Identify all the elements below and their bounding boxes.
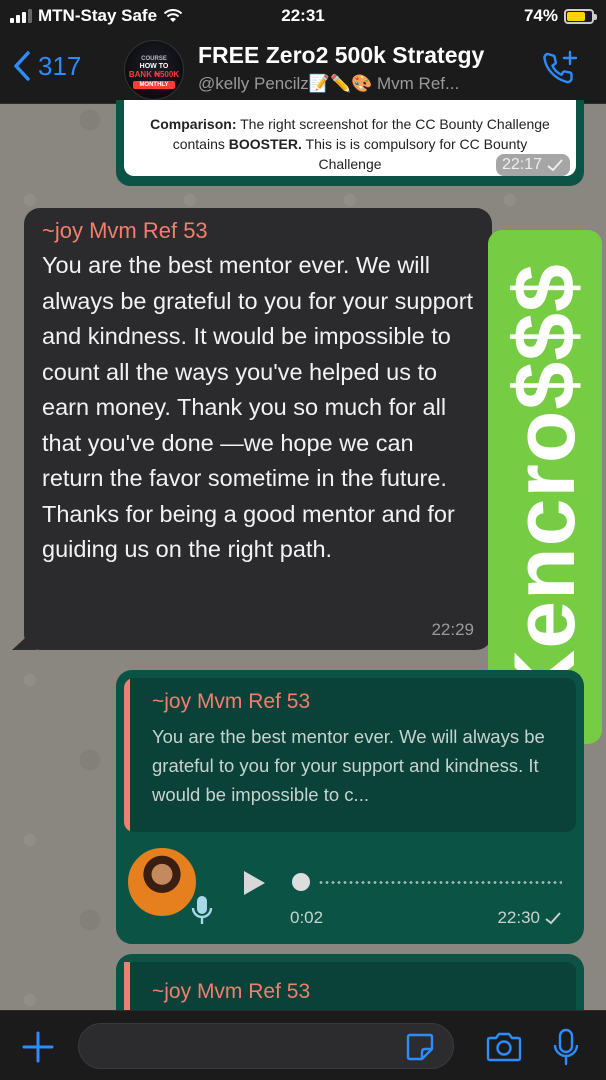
waveform <box>318 880 562 884</box>
quoted-sender: ~joy Mvm Ref 53 <box>152 690 311 713</box>
status-time: 22:31 <box>281 6 325 25</box>
check-icon <box>545 912 561 925</box>
comparison-text-2: This is is compulsory for CC Bounty Chal… <box>301 136 528 172</box>
comparison-label: Comparison: <box>150 116 237 132</box>
plus-icon[interactable] <box>20 1029 56 1065</box>
quoted-text: You are the best mentor ever. We will al… <box>152 726 545 805</box>
quoted-message[interactable]: ~joy Mvm Ref 53 You are the best mentor … <box>124 678 576 832</box>
message-timestamp: 22:29 <box>431 620 474 639</box>
avatar-text-4: MONTHLY <box>133 81 175 89</box>
chevron-left-icon <box>14 51 30 81</box>
battery-icon <box>564 8 597 24</box>
chat-subtitle[interactable]: @kelly Pencilz📝✏️🎨 Mvm Ref... <box>198 74 459 94</box>
microphone-icon <box>191 896 213 924</box>
sticker-icon[interactable] <box>404 1031 436 1063</box>
battery-fill <box>567 11 585 21</box>
message-timestamp: 22:17 <box>495 154 570 176</box>
watermark-text: Kencro$$$ <box>496 262 593 712</box>
quoted-sender: ~joy Mvm Ref 53 <box>152 980 311 1003</box>
check-icon <box>547 159 563 172</box>
microphone-icon[interactable] <box>552 1027 580 1067</box>
watermark-sticker: Kencro$$$ <box>488 230 602 744</box>
avatar-text-1: COURSE <box>141 56 167 62</box>
audio-progress[interactable] <box>292 872 562 892</box>
group-avatar[interactable]: COURSE HOW TO BANK ₦500K MONTHLY <box>124 40 184 100</box>
play-icon[interactable] <box>238 868 268 898</box>
message-input[interactable] <box>78 1023 454 1069</box>
message-text: You are the best mentor ever. We will al… <box>42 252 474 562</box>
battery-percent: 74% <box>523 6 558 25</box>
camera-icon[interactable] <box>484 1031 524 1063</box>
unread-count: 317 <box>38 50 82 81</box>
timestamp-text: 22:30 <box>497 908 540 927</box>
incoming-message[interactable]: ~joy Mvm Ref 53 You are the best mentor … <box>24 208 492 650</box>
avatar-text-3: BANK ₦500K <box>128 70 180 79</box>
comparison-bold: BOOSTER. <box>228 136 302 152</box>
sender-avatar[interactable] <box>128 848 196 916</box>
timestamp-text: 22:17 <box>501 156 542 173</box>
voice-reply-message[interactable]: ~joy Mvm Ref 53 You are the best mentor … <box>116 670 584 944</box>
image-message[interactable]: Comparison: The right screenshot for the… <box>116 100 584 186</box>
voice-duration: 0:02 <box>290 908 324 927</box>
chat-title[interactable]: FREE Zero2 500k Strategy <box>198 42 484 69</box>
progress-knob[interactable] <box>292 873 310 891</box>
message-input-bar <box>0 1010 606 1080</box>
message-sender[interactable]: ~joy Mvm Ref 53 <box>42 218 474 244</box>
back-button[interactable]: 317 <box>12 50 81 82</box>
chat-header: 317 COURSE HOW TO BANK ₦500K MONTHLY FRE… <box>0 34 606 104</box>
status-right: 74% <box>523 6 597 26</box>
status-bar: MTN-Stay Safe 22:31 74% <box>0 0 606 34</box>
add-call-icon[interactable] <box>540 48 580 88</box>
message-timestamp: 22:30 <box>497 908 562 928</box>
voice-note: 0:02 22:30 <box>124 832 576 940</box>
